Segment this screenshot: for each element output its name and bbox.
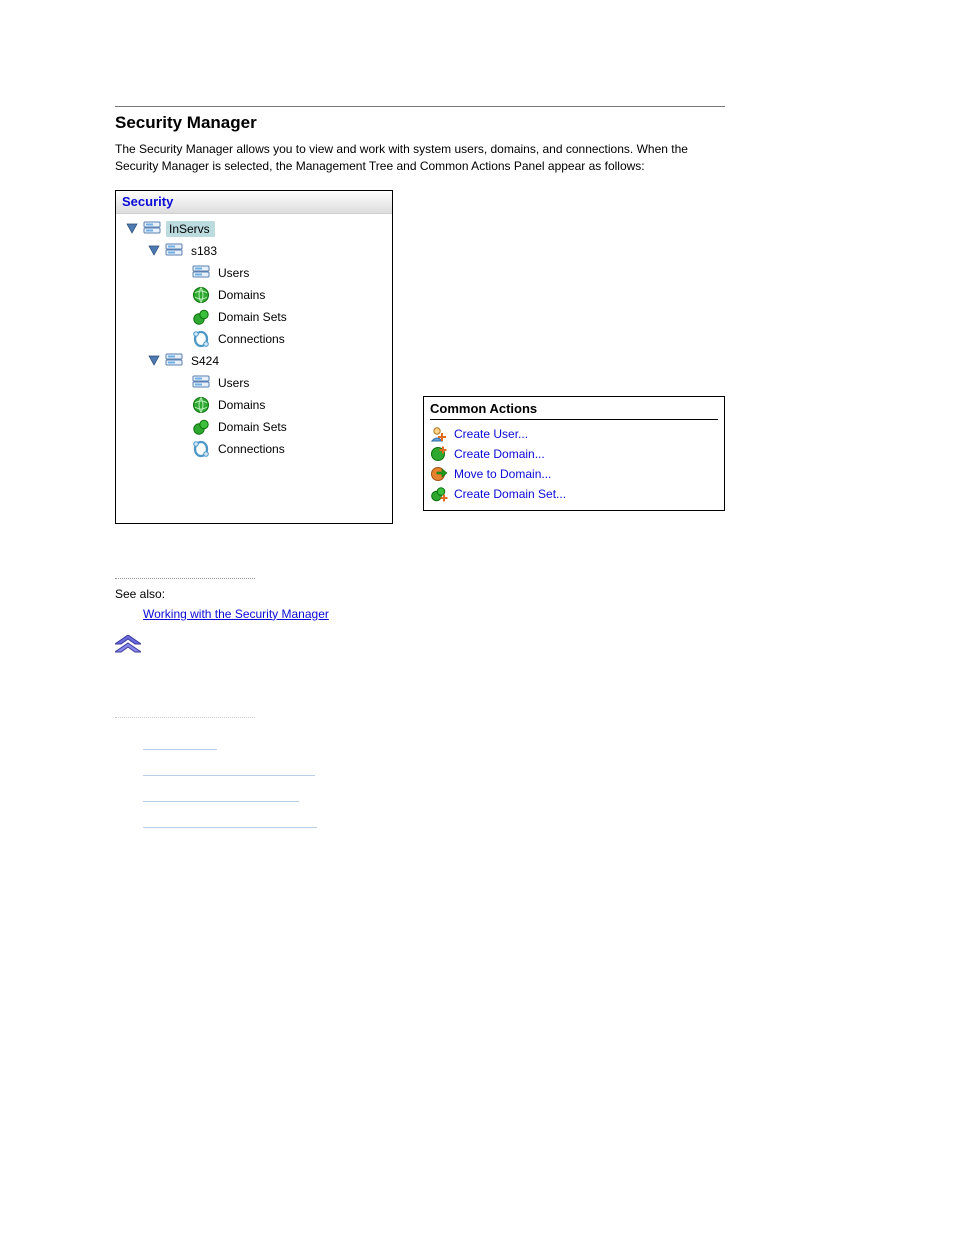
tree-node-s424-users[interactable]: Users [124, 372, 388, 394]
node-label: Connections [215, 331, 290, 347]
globe-set-icon [192, 308, 210, 326]
tree-node-s183-domains[interactable]: Domains [124, 284, 388, 306]
action-create-domainset[interactable]: Create Domain Set... [430, 484, 718, 504]
back-to-top-button[interactable] [115, 635, 835, 653]
section-divider [115, 106, 725, 107]
globe-icon [192, 286, 210, 304]
divider [115, 578, 255, 579]
node-label: Domain Sets [215, 419, 292, 435]
server-icon [165, 242, 183, 260]
expand-icon[interactable] [148, 355, 160, 367]
domain-move-icon [430, 465, 448, 483]
expand-icon[interactable] [126, 223, 138, 235]
expand-icon[interactable] [148, 245, 160, 257]
see-also-label: See also: [115, 587, 835, 601]
common-actions-panel: Common Actions Create User... Create Dom… [423, 396, 725, 511]
server-icon [165, 352, 183, 370]
common-actions-title: Common Actions [430, 401, 718, 420]
tree-node-s183-connections[interactable]: Connections [124, 328, 388, 350]
node-label: Users [215, 375, 254, 391]
placeholder-line [143, 748, 217, 750]
node-label: Domains [215, 287, 270, 303]
divider [115, 717, 255, 718]
node-label: Domains [215, 397, 270, 413]
user-add-icon [430, 425, 448, 443]
placeholder-line [143, 800, 299, 802]
node-label: Domain Sets [215, 309, 292, 325]
connection-icon [192, 330, 210, 348]
action-create-domain[interactable]: Create Domain... [430, 444, 718, 464]
action-link[interactable]: Move to Domain... [454, 467, 551, 481]
intro-text: The Security Manager allows you to view … [115, 141, 715, 176]
globe-icon [192, 396, 210, 414]
tree-node-s183-users[interactable]: Users [124, 262, 388, 284]
node-label: s183 [188, 243, 222, 259]
domainset-add-icon [430, 485, 448, 503]
action-move-domain[interactable]: Move to Domain... [430, 464, 718, 484]
connection-icon [192, 440, 210, 458]
server-icon [192, 264, 210, 282]
node-label: Connections [215, 441, 290, 457]
server-icon [192, 374, 210, 392]
tree-node-s424-domainsets[interactable]: Domain Sets [124, 416, 388, 438]
tree-node-s424-domains[interactable]: Domains [124, 394, 388, 416]
tree-node-s183[interactable]: s183 [124, 240, 388, 262]
action-create-user[interactable]: Create User... [430, 424, 718, 444]
placeholder-line [143, 826, 317, 828]
tree-header: Security [116, 191, 392, 214]
action-link[interactable]: Create User... [454, 427, 528, 441]
tree-node-s424[interactable]: S424 [124, 350, 388, 372]
placeholder-line [143, 774, 315, 776]
domain-add-icon [430, 445, 448, 463]
action-link[interactable]: Create Domain Set... [454, 487, 566, 501]
globe-set-icon [192, 418, 210, 436]
management-tree-panel: Security InServs s183 Users [115, 190, 393, 524]
node-label: Users [215, 265, 254, 281]
see-also-link[interactable]: Working with the Security Manager [143, 607, 329, 621]
action-link[interactable]: Create Domain... [454, 447, 545, 461]
tree-node-s424-connections[interactable]: Connections [124, 438, 388, 460]
tree-node-s183-domainsets[interactable]: Domain Sets [124, 306, 388, 328]
node-label: S424 [188, 353, 224, 369]
node-label: InServs [166, 221, 215, 237]
tree-node-inservs[interactable]: InServs [124, 218, 388, 240]
server-icon [143, 220, 161, 238]
page-title: Security Manager [115, 113, 835, 133]
